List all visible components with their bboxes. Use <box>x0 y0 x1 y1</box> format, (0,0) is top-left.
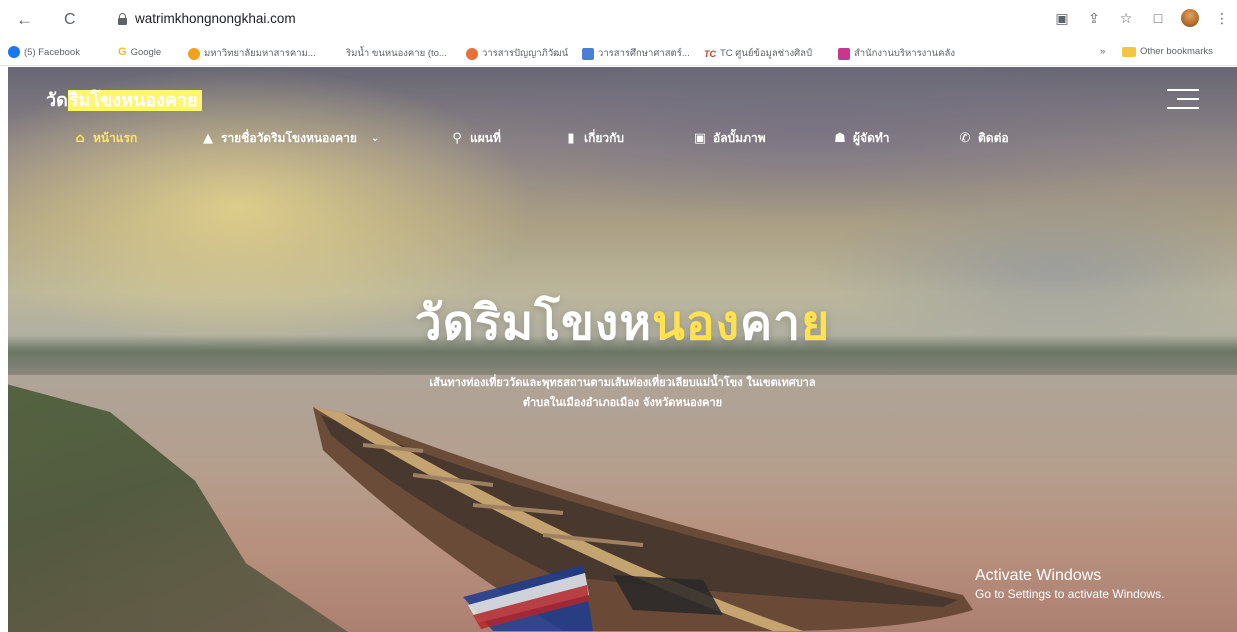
share-icon[interactable]: ⇪ <box>1085 10 1103 27</box>
translate-icon[interactable]: ▣ <box>1053 10 1071 27</box>
hero-subtitle-line: เส้นทางท่องเที่ยววัดและพุทธสถานตามเส้นท่… <box>429 376 816 389</box>
hero-title-part: ย <box>801 295 831 351</box>
bookmark-label: สำนักงานบริหารงานคลัง <box>854 48 955 59</box>
hero-banner: วัดริมโขงหนองคาย ⌂ หน้าแรก ▲ รายชื่อวัดร… <box>8 67 1237 632</box>
back-arrow-icon[interactable]: ← <box>16 10 33 30</box>
hero-subtitle-line: ตำบลในเมืองอำเภอเมือง จังหวัดหนองคาย <box>522 396 723 409</box>
photo-album-icon: ▣ <box>693 131 707 146</box>
reload-icon[interactable]: C <box>64 10 76 30</box>
other-bookmarks-label: Other bookmarks <box>1140 46 1213 57</box>
hero-title-part: นอง <box>651 295 741 351</box>
bookmark-education-journal[interactable]: วารสารศึกษาศาสตร์... <box>582 46 690 61</box>
bookmark-label: TC ศูนย์ข้อมูลช่างศิลป์ <box>720 48 812 59</box>
bookmark-label: (5) Facebook <box>24 46 80 58</box>
menu-icon[interactable]: ⋮ <box>1213 10 1231 27</box>
finance-office-icon <box>838 47 850 60</box>
nav-temple-list[interactable]: ▲ รายชื่อวัดริมโขงหนองคาย ⌄ <box>201 129 379 148</box>
hamburger-menu-icon[interactable] <box>1167 89 1199 109</box>
main-navigation: ⌂ หน้าแรก ▲ รายชื่อวัดริมโขงหนองคาย ⌄ ⚲ … <box>8 129 1237 151</box>
bookmark-label: วารสารศึกษาศาสตร์... <box>598 48 690 59</box>
activation-subtitle: Go to Settings to activate Windows. <box>975 587 1165 601</box>
lock-icon[interactable] <box>118 13 127 25</box>
nav-label: รายชื่อวัดริมโขงหนองคาย <box>221 131 357 145</box>
windows-activation-watermark: Activate Windows Go to Settings to activ… <box>975 567 1164 601</box>
bookmark-label: มหาวิทยาลัยมหาสารคาม... <box>204 48 316 59</box>
nav-label: แผนที่ <box>470 131 501 145</box>
profile-avatar-icon[interactable] <box>1181 9 1199 27</box>
bookmark-google[interactable]: G Google <box>118 46 161 58</box>
hero-title-part: คา <box>740 295 802 351</box>
nav-contact[interactable]: ✆ ติดต่อ <box>958 129 1009 148</box>
book-icon: ▮ <box>567 131 575 146</box>
journal-icon <box>582 47 594 60</box>
university-icon <box>188 47 200 60</box>
hero-title-part: วัด <box>414 295 475 351</box>
bookmark-tc[interactable]: TC TC ศูนย์ข้อมูลช่างศิลป์ <box>704 46 812 61</box>
address-bar-url[interactable]: watrimkhongnongkhai.com <box>135 11 296 26</box>
nav-about[interactable]: ▮ เกี่ยวกับ <box>564 129 624 148</box>
nav-label: หน้าแรก <box>93 131 138 145</box>
nav-home[interactable]: ⌂ หน้าแรก <box>73 129 137 148</box>
nav-label: ติดต่อ <box>978 131 1009 145</box>
overflow-chevron-icon: » <box>1100 46 1106 57</box>
google-icon: G <box>118 46 127 58</box>
activation-title: Activate Windows <box>975 567 1102 584</box>
temple-icon: ▲ <box>203 131 213 146</box>
nav-label: อัลบั้มภาพ <box>713 131 766 145</box>
phone-icon: ✆ <box>959 131 971 146</box>
bookmark-facebook[interactable]: (5) Facebook <box>8 46 80 58</box>
hero-subtitle: เส้นทางท่องเที่ยววัดและพุทธสถานตามเส้นท่… <box>8 373 1237 413</box>
bookmark-label: วารสารปัญญาภิวัฒน์ <box>482 48 569 59</box>
chevron-down-icon: ⌄ <box>370 133 380 144</box>
hero-title: วัดริมโขงหนองคาย <box>8 285 1237 361</box>
bookmarks-overflow[interactable]: » <box>1100 46 1105 57</box>
browser-action-icons: ▣ ⇪ ☆ □ ⋮ <box>1053 9 1231 27</box>
nav-label: ผู้จัดทำ <box>853 131 890 145</box>
bookmark-label: Google <box>130 46 162 58</box>
bookmark-label: ริมน้ำ ขนหนองคาย (to... <box>346 48 447 59</box>
folder-icon <box>1122 46 1136 57</box>
home-icon: ⌂ <box>75 131 85 146</box>
other-bookmarks[interactable]: Other bookmarks <box>1122 46 1213 57</box>
star-icon[interactable]: ☆ <box>1117 10 1135 27</box>
logo-prefix: วัด <box>46 90 68 111</box>
bookmark-finance[interactable]: สำนักงานบริหารงานคลัง <box>838 46 955 61</box>
nav-photo-album[interactable]: ▣ อัลบั้มภาพ <box>693 129 766 148</box>
hero-title-part: ริมโขงห <box>474 295 652 351</box>
journal-icon <box>466 47 478 60</box>
nav-label: เกี่ยวกับ <box>584 131 625 145</box>
browser-toolbar: ← C watrimkhongnongkhai.com ▣ ⇪ ☆ □ ⋮ <box>0 0 1237 40</box>
logo-highlight: ริมโขงหนองคาย <box>67 90 202 111</box>
tc-icon: TC <box>704 48 716 59</box>
nav-map[interactable]: ⚲ แผนที่ <box>450 129 501 148</box>
people-icon: ☗ <box>834 131 846 146</box>
bookmark-rimnam[interactable]: ริมน้ำ ขนหนองคาย (to... <box>346 46 447 61</box>
bookmark-journal[interactable]: วารสารปัญญาภิวัฒน์ <box>466 46 568 61</box>
site-logo[interactable]: วัดริมโขงหนองคาย <box>46 85 202 114</box>
nav-creators[interactable]: ☗ ผู้จัดทำ <box>833 129 890 148</box>
bookmarks-bar: (5) Facebook G Google มหาวิทยาลัยมหาสารค… <box>0 40 1237 66</box>
bookmark-msu[interactable]: มหาวิทยาลัยมหาสารคาม... <box>188 46 316 61</box>
facebook-icon <box>8 46 20 58</box>
side-panel-icon[interactable]: □ <box>1149 10 1167 26</box>
map-marker-icon: ⚲ <box>452 131 462 146</box>
